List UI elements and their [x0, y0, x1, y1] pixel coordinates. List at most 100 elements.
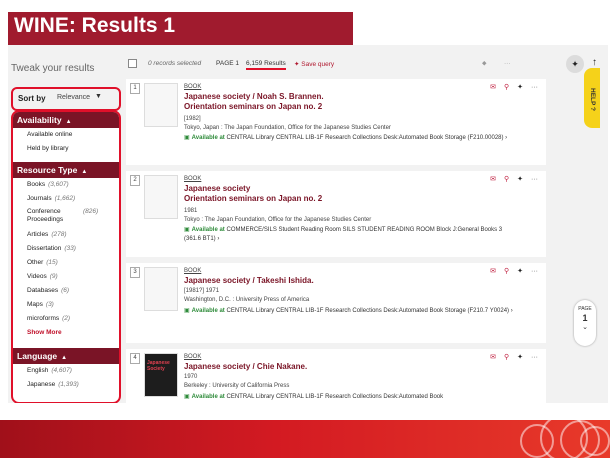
pin-icon[interactable]: ⬥	[482, 60, 487, 68]
record-availability[interactable]: ▣ Available at CENTRAL Library CENTRAL LI…	[184, 393, 514, 402]
record-title[interactable]: Japanese society / Takeshi Ishida.	[184, 276, 494, 286]
show-more-link[interactable]: Show More	[13, 326, 119, 342]
facet-held-by-library[interactable]: Held by library	[13, 142, 119, 156]
facet-maps[interactable]: Maps (3)	[13, 298, 119, 312]
results-toolbar: 0 records selected PAGE 1 6,159 Results …	[126, 55, 606, 75]
facet-language-header[interactable]: Language ▲	[13, 348, 119, 364]
page-navigator[interactable]: PAGE 1 ⌄	[574, 300, 596, 346]
more-icon[interactable]: ···	[531, 84, 538, 91]
chevron-up-icon: ▲	[61, 355, 68, 361]
pin-icon[interactable]: ✦	[517, 84, 523, 91]
availability-icon: ▣	[184, 135, 190, 141]
link-icon[interactable]: ⚲	[504, 268, 509, 275]
facet-japanese[interactable]: Japanese (1,393)	[13, 378, 119, 392]
facet-journals[interactable]: Journals (1,662)	[13, 192, 119, 206]
link-icon[interactable]: ⚲	[504, 84, 509, 91]
record-actions: ✉ ⚲ ✦ ···	[482, 83, 538, 91]
help-tab[interactable]: HELP ?	[584, 68, 600, 128]
slide-title: WINE: Results 1	[14, 14, 176, 37]
facet-available-online[interactable]: Available online	[13, 128, 119, 142]
results-count: 6,159 Results	[246, 60, 286, 70]
record-number: 2	[130, 175, 140, 186]
chevron-up-icon: ▲	[81, 169, 88, 175]
result-record[interactable]: 1 BOOK Japanese society / Noah S. Branne…	[126, 79, 546, 165]
facet-articles[interactable]: Articles (278)	[13, 228, 119, 242]
record-publisher: Tokyo, Japan : The Japan Foundation, Off…	[184, 125, 391, 131]
facet-databases[interactable]: Databases (6)	[13, 284, 119, 298]
record-year: 1970	[184, 374, 198, 380]
facet-other[interactable]: Other (15)	[13, 256, 119, 270]
result-record[interactable]: 3 BOOK Japanese society / Takeshi Ishida…	[126, 263, 546, 343]
results-list: 1 BOOK Japanese society / Noah S. Branne…	[126, 79, 556, 403]
book-thumbnail	[144, 267, 178, 311]
pin-icon: ✦	[294, 61, 300, 68]
facet-books[interactable]: Books (3,607)	[13, 178, 119, 192]
facet-availability-header[interactable]: Availability ▲	[13, 112, 119, 128]
decorative-ring	[580, 426, 610, 456]
record-availability[interactable]: ▣ Available at CENTRAL Library CENTRAL LI…	[184, 134, 514, 143]
pin-icon[interactable]: ✦	[517, 268, 523, 275]
book-thumbnail	[144, 83, 178, 127]
facet-english[interactable]: English (4,607)	[13, 364, 119, 378]
facet-panel: Availability ▲ Available online Held by l…	[11, 110, 121, 403]
select-all-checkbox[interactable]	[128, 59, 137, 68]
page-indicator: PAGE 1	[216, 60, 240, 67]
record-number: 1	[130, 83, 140, 94]
record-publisher: Berkeley : University of California Pres…	[184, 383, 290, 389]
facet-resource-type-header[interactable]: Resource Type ▲	[13, 162, 119, 178]
sort-dropdown[interactable]: Sort by Relevance ▼	[11, 87, 121, 111]
chevron-down-icon: ▼	[95, 93, 102, 100]
record-title[interactable]: Japanese society Orientation seminars on …	[184, 184, 494, 204]
pin-icon[interactable]: ✦	[517, 354, 523, 361]
record-availability[interactable]: ▣ Available at CENTRAL Library CENTRAL LI…	[184, 307, 514, 316]
sidebar: Tweak your results Sort by Relevance ▼ A…	[8, 45, 121, 403]
record-title[interactable]: Japanese society / Chie Nakane.	[184, 362, 494, 372]
record-year: [1981?] 1971	[184, 288, 220, 294]
save-query-link[interactable]: ✦ Save query	[294, 60, 334, 68]
more-icon[interactable]: ···	[531, 354, 538, 361]
chevron-down-icon[interactable]: ⌄	[582, 324, 588, 331]
record-type: BOOK	[184, 176, 202, 182]
more-icon[interactable]: ···	[504, 60, 511, 67]
records-selected: 0 records selected	[148, 60, 202, 67]
facet-conference[interactable]: Conference Proceedings (826)	[13, 206, 119, 228]
facet-microforms[interactable]: microforms (2)	[13, 312, 119, 326]
pin-toggle-icon[interactable]: ✦	[566, 55, 584, 73]
record-number: 4	[130, 353, 140, 364]
facet-videos[interactable]: Videos (9)	[13, 270, 119, 284]
sort-value: Relevance	[57, 94, 91, 101]
record-actions: ✉ ⚲ ✦ ···	[482, 267, 538, 275]
link-icon[interactable]: ⚲	[504, 176, 509, 183]
email-icon[interactable]: ✉	[490, 84, 496, 91]
pin-icon[interactable]: ✦	[517, 176, 523, 183]
slide-footer-band	[0, 414, 610, 462]
availability-icon: ▣	[184, 394, 190, 400]
facet-dissertation[interactable]: Dissertation (33)	[13, 242, 119, 256]
record-year: [1982]	[184, 116, 201, 122]
more-icon[interactable]: ···	[531, 176, 538, 183]
email-icon[interactable]: ✉	[490, 268, 496, 275]
email-icon[interactable]: ✉	[490, 354, 496, 361]
chevron-up-icon: ▲	[65, 119, 72, 125]
record-publisher: Washington, D.C. : University Press of A…	[184, 297, 310, 303]
book-thumbnail	[144, 175, 178, 219]
email-icon[interactable]: ✉	[490, 176, 496, 183]
record-actions: ✉ ⚲ ✦ ···	[482, 353, 538, 361]
availability-icon: ▣	[184, 227, 190, 233]
link-icon[interactable]: ⚲	[504, 354, 509, 361]
result-record[interactable]: 4 Japanese Society BOOK Japanese society…	[126, 349, 546, 403]
result-record[interactable]: 2 BOOK Japanese society Orientation semin…	[126, 171, 546, 257]
record-publisher: Tokyo : The Japan Foundation, Office for…	[184, 217, 372, 223]
book-thumbnail: Japanese Society	[144, 353, 178, 397]
record-year: 1981	[184, 208, 198, 214]
more-icon[interactable]: ···	[531, 268, 538, 275]
record-actions: ✉ ⚲ ✦ ···	[482, 175, 538, 183]
record-availability[interactable]: ▣ Available at COMMERCE/SILS Student Read…	[184, 226, 514, 244]
record-title[interactable]: Japanese society / Noah S. Brannen. Orien…	[184, 92, 494, 112]
tweak-heading: Tweak your results	[11, 63, 95, 74]
arrow-up-icon[interactable]: ↑	[592, 57, 597, 68]
record-type: BOOK	[184, 354, 202, 360]
record-type: BOOK	[184, 268, 202, 274]
record-type: BOOK	[184, 84, 202, 90]
sort-label: Sort by	[18, 94, 46, 103]
